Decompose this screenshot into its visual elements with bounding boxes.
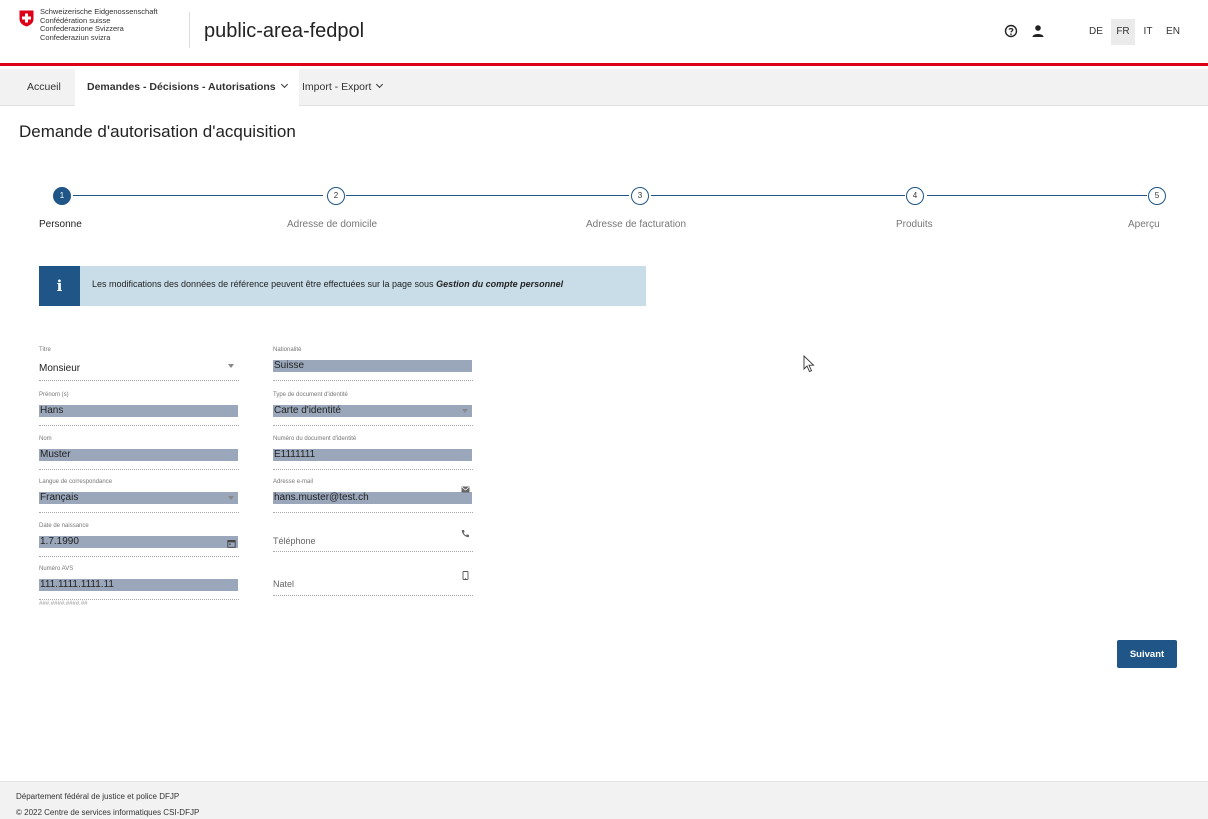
type-document-select[interactable]: Type de document d'identité Carte d'iden… [273,392,473,426]
step-4-indicator[interactable]: 4 [906,187,924,205]
field-label: Prénom (s) [39,392,69,398]
field-value: 1.7.1990 [39,536,238,548]
calendar-icon[interactable] [227,539,236,548]
field-label: Numéro AVS [39,566,74,572]
prenom-field[interactable]: Prénom (s) Hans [39,392,239,426]
step-3-indicator[interactable]: 3 [631,187,649,205]
step-4-label[interactable]: Produits [896,219,933,230]
email-field[interactable]: Adresse e-mail hans.muster@test.ch [273,479,473,513]
footer-copyright: © 2022 Centre de services informatiques … [16,808,200,817]
chevron-down-icon [376,80,384,89]
help-icon[interactable] [1004,24,1018,38]
main-nav: Accueil Demandes - Décisions - Autorisat… [0,69,1208,107]
nav-item-label: Accueil [27,81,61,93]
field-value: Hans [39,405,238,417]
avs-format-hint: ###.####.####.## [39,601,88,607]
nav-item-label: Import - Export [302,81,372,93]
field-label: Numéro du document d'identité [273,436,357,442]
dropdown-caret-icon [228,364,234,368]
titre-select[interactable]: Titre Monsieur [39,347,239,381]
footer-department: Département fédéral de justice et police… [16,792,180,801]
nom-field[interactable]: Nom Muster [39,436,239,470]
phone-icon [461,530,469,538]
field-label: Titre [39,347,51,353]
nav-item-import-export[interactable]: Import - Export [302,69,384,106]
step-2-indicator[interactable]: 2 [327,187,345,205]
step-1-label[interactable]: Personne [39,219,82,230]
lang-fr-button[interactable]: FR [1111,19,1135,45]
info-icon: i [39,266,80,306]
chevron-down-icon [280,80,288,89]
dropdown-caret-icon [228,496,234,500]
field-label: Nom [39,436,52,442]
confederation-name: Schweizerische Eidgenossenschaft Confédé… [40,7,158,42]
lang-it-button[interactable]: IT [1136,19,1160,45]
field-placeholder: Téléphone [273,536,316,546]
site-header: Schweizerische Eidgenossenschaft Confédé… [0,0,1208,66]
step-3-label[interactable]: Adresse de facturation [586,219,686,230]
field-value: E1111111 [273,449,472,461]
date-naissance-field[interactable]: Date de naissance 1.7.1990 [39,523,239,557]
field-label: Adresse e-mail [273,479,314,485]
field-label: Date de naissance [39,523,89,529]
field-value: 111.1111.1111.11 [39,579,238,591]
field-placeholder: Natel [273,579,295,589]
header-divider [189,12,190,48]
natel-field[interactable]: Natel [273,566,473,596]
field-value: Suisse [273,360,472,372]
info-text: Les modifications des données de référen… [92,279,563,289]
app-title: public-area-fedpol [204,20,365,42]
step-5-indicator[interactable]: 5 [1148,187,1166,205]
field-value: Carte d'identité [273,405,472,417]
field-value: Muster [39,449,238,461]
step-connector [346,195,629,196]
field-value: hans.muster@test.ch [273,492,472,504]
site-footer: Département fédéral de justice et police… [0,781,1208,819]
avs-field[interactable]: Numéro AVS 111.1111.1111.11 [39,566,239,600]
field-label: Nationalité [273,347,302,353]
mouse-cursor-icon [803,355,815,373]
step-connector [73,195,323,196]
next-button[interactable]: Suivant [1117,640,1177,668]
field-value: Monsieur [39,363,81,374]
nav-item-demandes[interactable]: Demandes - Décisions - Autorisations [75,69,299,107]
page-title: Demande d'autorisation d'acquisition [19,122,296,141]
langue-select[interactable]: Langue de correspondance Français [39,479,239,513]
field-label: Type de document d'identité [273,392,348,398]
nationalite-field[interactable]: Nationalité Suisse [273,347,473,381]
info-banner: i Les modifications des données de référ… [39,266,646,306]
lang-de-button[interactable]: DE [1084,19,1108,45]
info-text-body: Les modifications des données de référen… [92,279,437,289]
telephone-field[interactable]: Téléphone [273,523,473,552]
step-2-label[interactable]: Adresse de domicile [287,219,377,230]
numero-document-field[interactable]: Numéro du document d'identité E1111111 [273,436,473,470]
nav-item-accueil[interactable]: Accueil [27,69,61,106]
field-label: Langue de correspondance [39,479,113,485]
mobile-phone-icon [462,571,469,580]
confederation-line-rm: Confederaziun svizra [40,32,111,42]
info-text-link: Gestion du compte personnel [436,279,564,289]
user-icon[interactable] [1031,24,1045,38]
field-value: Français [39,492,238,504]
nav-item-label: Demandes - Décisions - Autorisations [87,81,276,93]
step-1-indicator[interactable]: 1 [53,187,71,205]
step-connector [927,195,1147,196]
step-5-label[interactable]: Aperçu [1128,219,1160,230]
step-connector [651,195,905,196]
swiss-coat-of-arms-icon [19,10,34,27]
mail-icon [461,486,470,493]
lang-en-button[interactable]: EN [1161,19,1185,45]
dropdown-caret-icon [462,409,468,413]
